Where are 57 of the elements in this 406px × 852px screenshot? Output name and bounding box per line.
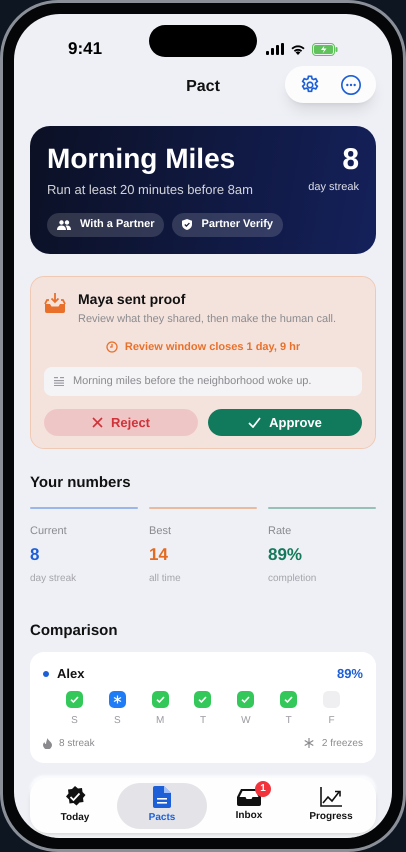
streak-number: 8 <box>342 142 359 178</box>
weekday-label: T <box>286 714 292 728</box>
stat-value: 14 <box>149 544 169 566</box>
stat-caption: all time <box>149 572 182 586</box>
section-title: Your numbers <box>30 473 132 493</box>
weekday-label: F <box>328 714 335 728</box>
pact-title: Morning Miles <box>47 142 236 176</box>
tray-icon <box>237 788 261 806</box>
document-icon <box>153 786 171 808</box>
stat-caption: completion <box>268 572 318 586</box>
tab-item[interactable]: Pacts <box>117 782 207 828</box>
streak-label: day streak <box>308 180 359 195</box>
close-icon <box>92 417 103 428</box>
approve-button[interactable]: Approve <box>208 409 362 436</box>
checkmark-icon <box>248 417 262 428</box>
completion-rate: 89% <box>336 665 363 683</box>
stat-label: Rate <box>268 524 292 538</box>
weekday-label: S <box>71 714 78 728</box>
chart-up-icon <box>320 787 342 807</box>
weekday-label: S <box>114 714 121 728</box>
badge-check-icon <box>64 786 86 808</box>
section-title: Comparison <box>30 620 119 640</box>
stat-label: Best <box>149 524 172 538</box>
stat-value: 8 <box>30 544 40 566</box>
person-name: Alex <box>57 665 84 683</box>
stat-value: 89% <box>268 544 304 566</box>
tag-chip: With a Partner <box>47 212 164 236</box>
tab-item[interactable]: Progress <box>291 782 371 828</box>
signal-icon <box>266 43 284 55</box>
tab-item[interactable]: Inbox 1 <box>209 782 289 828</box>
stat-label: Current <box>30 524 68 538</box>
snowflake-icon <box>304 738 314 748</box>
wifi-icon <box>290 43 306 55</box>
more-icon[interactable] <box>340 74 362 96</box>
weekday-label: W <box>241 714 251 728</box>
review-deadline: Review window closes 1 day, 9 hr <box>124 340 300 354</box>
flame-icon <box>43 738 52 748</box>
proof-title: Maya sent proof <box>78 290 186 309</box>
weekday-label: M <box>156 714 164 728</box>
proof-description: Review what they shared, then make the human call. <box>78 312 336 327</box>
tab-item[interactable]: Today <box>35 782 115 828</box>
page-title: Pact <box>185 77 221 97</box>
clock-icon <box>106 340 118 353</box>
stat-caption: day streak <box>30 572 78 586</box>
freeze-count: 2 freezes <box>322 736 363 750</box>
status-time: 9:41 <box>68 38 102 60</box>
tray-download-icon <box>44 292 66 314</box>
weekday-label: T <box>200 714 206 728</box>
streak-count: 8 streak <box>59 736 95 750</box>
notification-badge: 1 <box>255 780 271 796</box>
battery-icon <box>312 42 338 56</box>
pact-description: Run at least 20 minutes before 8am <box>47 181 253 199</box>
quote-icon <box>54 377 64 386</box>
people-icon <box>57 220 71 230</box>
tag-chip: Partner Verify <box>172 212 284 236</box>
shield-check-icon <box>182 219 192 230</box>
proof-note: Morning miles before the neighborhood woke up. <box>44 367 362 396</box>
